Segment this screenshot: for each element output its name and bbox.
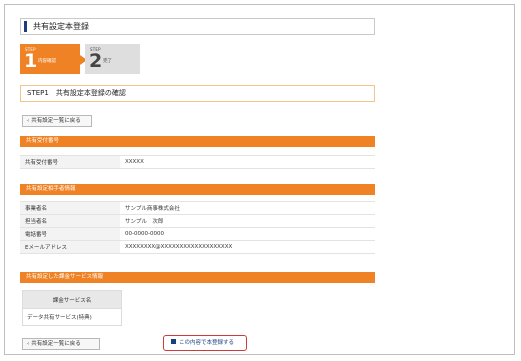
back-to-list-button-top[interactable]: ‹ 共有設定一覧に戻る — [22, 115, 92, 127]
acceptance-table: 共有受付番号 XXXXX — [20, 155, 375, 169]
section-header-partner: 共有設定相手者情報 — [20, 184, 375, 195]
table-row: Eメールアドレス XXXXXXXX@XXXXXXXXXXXXXXXXXXX — [20, 240, 375, 254]
contact-person-label: 担当者名 — [20, 214, 120, 228]
partner-table: 事業者名 サンプル商事株式会社 担当者名 サンプル 次郎 電話番号 00-000… — [20, 201, 375, 254]
back-to-list-label: 共有設定一覧に戻る — [31, 341, 81, 347]
billing-service-name: データ共有サービス(特典) — [22, 308, 122, 326]
company-name-label: 事業者名 — [20, 201, 120, 215]
acceptance-label: 共有受付番号 — [20, 155, 120, 169]
table-row: 担当者名 サンプル 次郎 — [20, 214, 375, 228]
step-2-number: 2 — [89, 50, 103, 72]
phone-value: 00-0000-0000 — [120, 227, 375, 241]
step-2-indicator: STEP 2 完了 — [85, 44, 140, 74]
phone-label: 電話番号 — [20, 227, 120, 241]
step-2-label: 完了 — [103, 59, 112, 64]
billing-service-table: 課金サービス名 データ共有サービス(特典) — [22, 290, 122, 326]
table-header-row: 課金サービス名 — [22, 290, 122, 309]
back-to-list-label: 共有設定一覧に戻る — [31, 118, 81, 124]
main-frame: 共有設定本登録 STEP 1 内容確認 STEP 2 完了 STEP1 共有設定… — [4, 4, 515, 355]
company-name-value: サンプル商事株式会社 — [120, 201, 375, 215]
back-to-list-button-bottom[interactable]: ‹ 共有設定一覧に戻る — [22, 338, 100, 350]
email-value: XXXXXXXX@XXXXXXXXXXXXXXXXXXX — [120, 240, 375, 254]
chevron-left-icon: ‹ — [27, 118, 30, 124]
email-label: Eメールアドレス — [20, 240, 120, 254]
step-heading: STEP1 共有設定本登録の確認 — [20, 85, 375, 102]
acceptance-value: XXXXX — [120, 155, 375, 169]
contact-person-value: サンプル 次郎 — [120, 214, 375, 228]
table-row: データ共有サービス(特典) — [22, 308, 122, 326]
step-heading-text: STEP1 共有設定本登録の確認 — [27, 89, 126, 97]
page-title-bar: 共有設定本登録 — [20, 18, 375, 35]
step-1-label: 内容確認 — [38, 59, 56, 64]
step-1-number: 1 — [24, 50, 38, 72]
table-row: 共有受付番号 XXXXX — [20, 155, 375, 169]
section-header-acceptance: 共有受付番号 — [20, 136, 375, 147]
chevron-left-icon: ‹ — [27, 341, 30, 347]
step-1-indicator: STEP 1 内容確認 — [20, 44, 87, 74]
section-header-billing: 共有設定した課金サービス情報 — [20, 272, 375, 283]
page-title: 共有設定本登録 — [33, 22, 89, 31]
register-confirm-label: この内容で本登録する — [179, 340, 235, 346]
register-confirm-button[interactable]: この内容で本登録する — [163, 335, 247, 351]
square-arrow-icon — [171, 339, 176, 344]
title-accent-bar — [24, 21, 27, 32]
billing-service-column-header: 課金サービス名 — [22, 290, 122, 309]
table-row: 事業者名 サンプル商事株式会社 — [20, 201, 375, 215]
table-row: 電話番号 00-0000-0000 — [20, 227, 375, 241]
